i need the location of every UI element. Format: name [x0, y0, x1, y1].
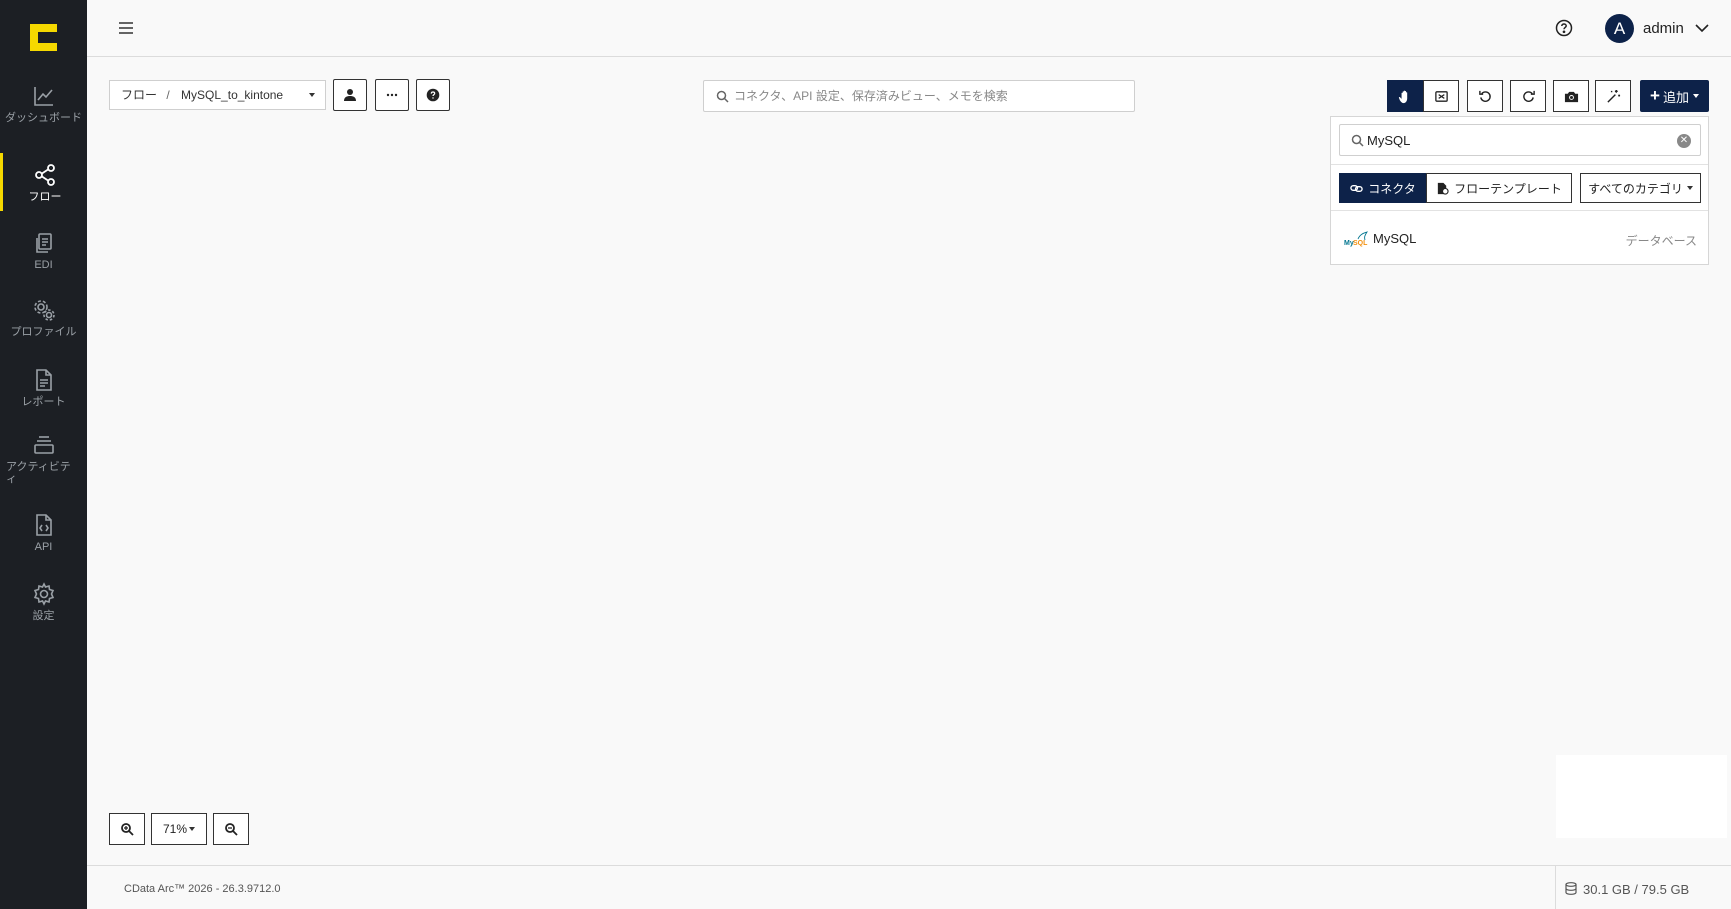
- connector-result-row[interactable]: My SQL MySQL データベース: [1331, 211, 1708, 265]
- app-logo[interactable]: [30, 24, 57, 51]
- auto-layout-button[interactable]: [1595, 80, 1631, 112]
- flow-name: MySQL_to_kintone: [181, 88, 284, 102]
- caret-down-icon: [1686, 186, 1693, 190]
- gears-icon: [33, 300, 55, 321]
- more-options-button[interactable]: [375, 79, 409, 111]
- tab-connector[interactable]: コネクタ: [1339, 173, 1427, 203]
- sidebar-item-report[interactable]: レポート: [0, 368, 87, 408]
- select-mode-button[interactable]: [1423, 80, 1459, 112]
- tab-connector-label: コネクタ: [1368, 181, 1416, 196]
- sidebar-item-profile[interactable]: プロファイル: [0, 298, 87, 338]
- hand-icon: [1398, 90, 1407, 103]
- file-text-icon: [35, 369, 52, 391]
- snapshot-button[interactable]: [1553, 80, 1589, 112]
- global-search[interactable]: [703, 80, 1135, 112]
- caret-down-icon: [309, 93, 315, 97]
- zoom-level-value: 71%: [162, 822, 188, 836]
- add-label: 追加: [1662, 89, 1689, 105]
- sidebar-item-api[interactable]: API: [0, 513, 87, 553]
- sidebar-item-label: EDI: [34, 259, 53, 271]
- documents-icon: [35, 233, 52, 253]
- pan-mode-button[interactable]: [1387, 80, 1423, 112]
- user-avatar[interactable]: A: [1605, 14, 1634, 43]
- share-nodes-icon: [35, 164, 55, 186]
- sidebar-item-label: アクティビティ: [6, 461, 71, 485]
- question-circle-icon: [426, 88, 440, 102]
- zoom-level-select[interactable]: 71%: [151, 813, 207, 845]
- search-icon: [1351, 134, 1364, 147]
- chevron-down-icon[interactable]: [1695, 23, 1709, 33]
- connector-result-category: データベース: [1625, 234, 1697, 248]
- flow-breadcrumb-select[interactable]: フロー / MySQL_to_kintone: [109, 80, 326, 110]
- redo-icon: [1522, 90, 1535, 102]
- add-button[interactable]: + 追加: [1640, 80, 1709, 112]
- zoom-in-icon: [121, 823, 134, 836]
- sidebar-item-dashboard[interactable]: ダッシュボード: [0, 84, 87, 124]
- clear-search-icon[interactable]: ✕: [1677, 134, 1691, 148]
- connector-panel: MySQL ✕ コネクタ フローテンプレート すべてのカテゴリ My SQL M…: [1330, 116, 1709, 265]
- sidebar-item-label: プロファイル: [10, 326, 77, 338]
- plus-icon: +: [1650, 86, 1660, 105]
- zoom-out-button[interactable]: [213, 813, 249, 845]
- canvas-minimap[interactable]: [1556, 755, 1727, 838]
- connector-result-name: MySQL: [1373, 231, 1417, 246]
- footer: CData Arc™ 2026 - 26.3.9712.0 30.1 GB / …: [87, 865, 1731, 909]
- divider: [1331, 164, 1708, 165]
- caret-down-icon: [1692, 94, 1699, 98]
- select-box-icon: [1434, 90, 1448, 102]
- help-circle-icon[interactable]: [1555, 19, 1573, 37]
- gear-icon: [33, 582, 54, 606]
- tab-flow-template-label: フローテンプレート: [1454, 181, 1562, 196]
- zoom-in-button[interactable]: [109, 813, 145, 845]
- chart-line-icon: [33, 87, 53, 106]
- sidebar-item-edi[interactable]: EDI: [0, 231, 87, 271]
- search-icon: [716, 90, 729, 103]
- layers-icon: [33, 436, 54, 454]
- divider: [1555, 866, 1556, 909]
- category-select-label: すべてのカテゴリ: [1588, 181, 1683, 196]
- flow-help-button[interactable]: [416, 79, 450, 111]
- user-name[interactable]: admin: [1643, 20, 1684, 37]
- category-select[interactable]: すべてのカテゴリ: [1580, 173, 1701, 203]
- breadcrumb-separator: /: [166, 88, 170, 102]
- sidebar-item-activity[interactable]: アクティビティ: [0, 433, 87, 485]
- connector-link-icon: [1350, 184, 1364, 192]
- caret-down-icon: [189, 827, 196, 831]
- user-icon: [344, 89, 356, 101]
- mysql-logo-icon: My SQL: [1344, 231, 1368, 247]
- undo-icon: [1478, 90, 1491, 102]
- sidebar-item-flow[interactable]: フロー: [0, 153, 87, 211]
- sidebar-item-settings[interactable]: 設定: [0, 582, 87, 622]
- file-code-icon: [35, 514, 52, 536]
- sidebar-item-label: 設定: [32, 610, 55, 622]
- flow-owner-button[interactable]: [333, 79, 367, 111]
- undo-button[interactable]: [1467, 80, 1503, 112]
- zoom-out-icon: [225, 823, 238, 836]
- ellipsis-icon: [386, 93, 398, 97]
- database-icon: [1565, 882, 1577, 895]
- camera-icon: [1564, 91, 1578, 102]
- sidebar-item-label: レポート: [21, 396, 66, 408]
- svg-text:SQL: SQL: [1353, 240, 1368, 247]
- magic-wand-icon: [1606, 89, 1620, 103]
- top-bar: A admin: [87, 0, 1731, 57]
- redo-button[interactable]: [1510, 80, 1546, 112]
- sidebar-item-label: API: [34, 541, 53, 553]
- breadcrumb-root[interactable]: フロー: [121, 88, 157, 102]
- sidebar-item-label: ダッシュボード: [5, 112, 82, 124]
- connector-search-value[interactable]: MySQL: [1367, 133, 1410, 148]
- connector-search-field[interactable]: MySQL ✕: [1339, 124, 1701, 156]
- tab-flow-template[interactable]: フローテンプレート: [1426, 173, 1572, 203]
- version-text: CData Arc™ 2026 - 26.3.9712.0: [124, 883, 281, 895]
- storage-usage: 30.1 GB / 79.5 GB: [1583, 882, 1690, 897]
- sidebar-item-label: フロー: [28, 191, 62, 203]
- sidebar: ダッシュボード フロー EDI プロファイル レポート アクティビティ API …: [0, 0, 87, 909]
- hamburger-menu-icon[interactable]: [118, 20, 134, 36]
- search-input[interactable]: [734, 81, 1129, 111]
- template-file-icon: [1438, 182, 1449, 195]
